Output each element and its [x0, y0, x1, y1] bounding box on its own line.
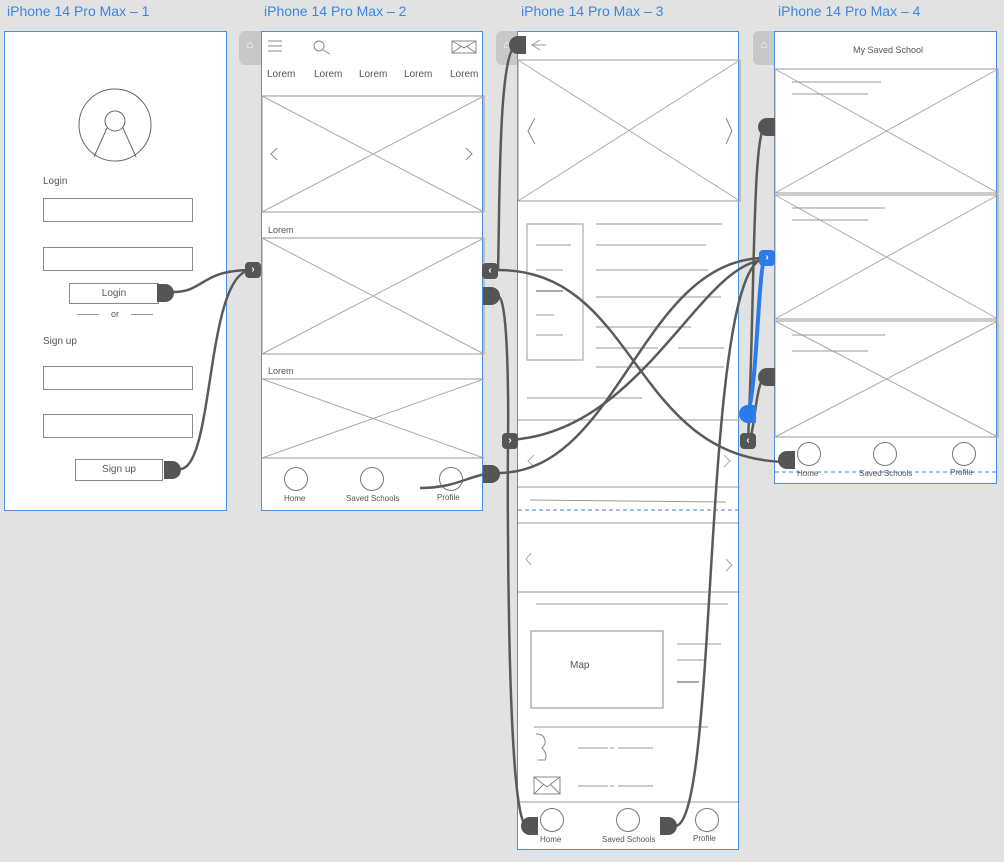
artboard-4[interactable]: My Saved School Home Saved Schools Profi… — [774, 31, 999, 484]
saved-schools-tab-icon[interactable] — [616, 808, 640, 832]
login-button[interactable]: Login — [69, 283, 159, 304]
tab-profile-label[interactable]: Profile — [693, 834, 716, 843]
tab-saved-schools-label[interactable]: Saved Schools — [859, 469, 912, 478]
chevron-right-icon — [465, 147, 473, 161]
chevron-left-icon — [527, 454, 535, 468]
nav-item[interactable]: Lorem — [450, 69, 478, 80]
artboard-3[interactable]: Map Home Saved Schools Profile — [517, 31, 741, 850]
nav-item[interactable]: Lorem — [267, 69, 295, 80]
mail-icon — [533, 776, 561, 795]
saved-schools-tab-icon[interactable] — [360, 467, 384, 491]
signup-label: Sign up — [43, 336, 77, 347]
nav-item[interactable]: Lorem — [359, 69, 387, 80]
home-tab-icon[interactable] — [797, 442, 821, 466]
chevron-left-icon — [525, 552, 532, 566]
connection-handle[interactable] — [778, 451, 795, 469]
section-label: Lorem — [268, 366, 294, 376]
page-title: My Saved School — [853, 45, 924, 55]
or-label: or — [111, 309, 120, 319]
tab-home-label[interactable]: Home — [797, 469, 818, 478]
phone-icon — [535, 733, 547, 761]
saved-schools-tab-icon[interactable] — [873, 442, 897, 466]
nav-item[interactable]: Lorem — [314, 69, 342, 80]
profile-tab-icon[interactable] — [695, 808, 719, 832]
signup-field-2[interactable] — [43, 414, 193, 438]
chevron-left-icon[interactable]: ‹ — [740, 433, 756, 449]
home-tab-icon[interactable] — [540, 808, 564, 832]
signup-field-1[interactable] — [43, 366, 193, 390]
connection-handle[interactable] — [758, 118, 775, 136]
home-tab[interactable]: ⌂ — [753, 31, 775, 65]
artboard-title-1[interactable]: iPhone 14 Pro Max – 1 — [7, 3, 149, 19]
nav-item[interactable]: Lorem — [404, 69, 432, 80]
tab-profile-label[interactable]: Profile — [437, 493, 460, 502]
tab-saved-schools-label[interactable]: Saved Schools — [602, 835, 655, 844]
home-icon: ⌂ — [246, 39, 254, 51]
map-label: Map — [570, 660, 590, 671]
chevron-right-icon — [725, 117, 733, 145]
tab-home-label[interactable]: Home — [284, 494, 305, 503]
username-field[interactable] — [43, 198, 193, 222]
tab-home-label[interactable]: Home — [540, 835, 561, 844]
artboard-title-2[interactable]: iPhone 14 Pro Max – 2 — [264, 3, 406, 19]
chevron-left-icon[interactable]: ‹ — [482, 263, 498, 279]
tab-profile-label[interactable]: Profile — [950, 468, 973, 477]
signup-button[interactable]: Sign up — [75, 459, 163, 481]
connection-handle[interactable] — [521, 817, 538, 835]
tab-saved-schools-label[interactable]: Saved Schools — [346, 494, 399, 503]
profile-tab-icon[interactable] — [439, 467, 463, 491]
home-tab-icon[interactable] — [284, 467, 308, 491]
chevron-right-icon — [725, 558, 733, 572]
home-icon: ⌂ — [760, 39, 768, 51]
search-icon — [313, 40, 331, 55]
section-label: Lorem — [268, 225, 294, 235]
avatar-icon — [78, 88, 152, 162]
chevron-right-icon[interactable]: › — [759, 250, 775, 266]
wireframe-graphics — [774, 68, 999, 473]
artboard-title-4[interactable]: iPhone 14 Pro Max – 4 — [778, 3, 920, 19]
chevron-right-icon[interactable]: › — [502, 433, 518, 449]
connection-handle[interactable] — [758, 368, 775, 386]
chevron-right-icon[interactable]: › — [245, 262, 261, 278]
artboard-1[interactable]: Login Login or Sign up Sign up — [4, 31, 227, 511]
divider — [77, 314, 99, 315]
connection-handle[interactable] — [509, 36, 526, 54]
wireframe-graphics — [517, 39, 741, 803]
wireframe-graphics — [261, 40, 485, 459]
chevron-left-icon — [270, 147, 278, 161]
chevron-left-icon — [527, 117, 536, 145]
hamburger-menu-icon — [268, 40, 282, 52]
artboard-2[interactable]: Lorem Lorem Lorem Lorem Lorem Lorem Lore… — [261, 31, 485, 511]
password-field[interactable] — [43, 247, 193, 271]
artboard-title-3[interactable]: iPhone 14 Pro Max – 3 — [521, 3, 663, 19]
chevron-right-icon — [723, 454, 731, 468]
divider — [131, 314, 153, 315]
home-tab[interactable]: ⌂ — [239, 31, 261, 65]
connection-handle[interactable] — [483, 465, 500, 483]
login-label: Login — [43, 176, 68, 187]
connection-handle[interactable] — [483, 287, 500, 305]
mail-icon — [451, 40, 477, 54]
connection-handle-selected[interactable] — [739, 405, 756, 423]
profile-tab-icon[interactable] — [952, 442, 976, 466]
